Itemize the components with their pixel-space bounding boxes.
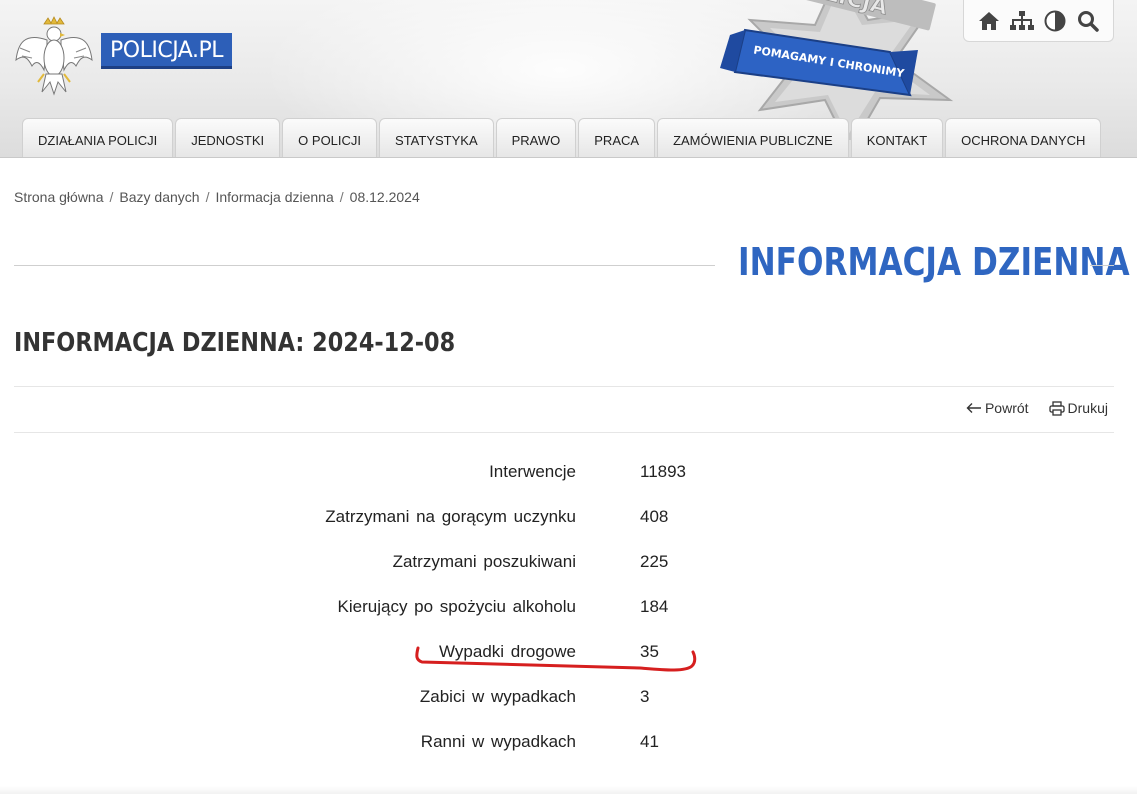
nav-item-o-policji[interactable]: O POLICJI <box>282 118 378 157</box>
stat-row: Wypadki drogowe 35 <box>0 630 1137 675</box>
title-divider-right <box>1090 265 1114 266</box>
breadcrumb-current: 08.12.2024 <box>349 189 420 205</box>
print-button[interactable]: Drukuj <box>1048 400 1108 416</box>
breadcrumb: Strona główna / Bazy danych / Informacja… <box>14 189 420 205</box>
stat-value: 3 <box>640 687 650 706</box>
sitemap-icon[interactable] <box>1009 9 1034 33</box>
search-icon[interactable] <box>1076 9 1100 33</box>
stat-label: Zatrzymani poszukiwani <box>392 552 576 571</box>
nav-item-dzialania-policji[interactable]: DZIAŁANIA POLICJI <box>22 118 174 157</box>
nav-item-prawo[interactable]: PRAWO <box>495 118 577 157</box>
page-subtitle: INFORMACJA DZIENNA: 2024-12-08 <box>14 328 456 358</box>
nav-item-kontakt[interactable]: KONTAKT <box>850 118 944 157</box>
nav-item-statystyka[interactable]: STATYSTYKA <box>379 118 494 157</box>
stat-value: 408 <box>640 507 669 526</box>
stat-row: Zatrzymani poszukiwani 225 <box>0 540 1137 585</box>
stat-label: Zatrzymani na gorącym uczynku <box>325 507 576 526</box>
main-nav: DZIAŁANIA POLICJI JEDNOSTKI O POLICJI ST… <box>22 118 1103 157</box>
stat-label: Interwencje <box>489 462 576 481</box>
stat-label: Ranni w wypadkach <box>420 732 576 751</box>
stat-row: Zatrzymani na gorącym uczynku 408 <box>0 495 1137 540</box>
divider <box>14 386 1114 387</box>
stat-row: Kierujący po spożyciu alkoholu 184 <box>0 585 1137 630</box>
stat-row: Ranni w wypadkach 41 <box>0 720 1137 765</box>
stat-value: 184 <box>640 597 669 616</box>
stat-row: Zabici w wypadkach 3 <box>0 675 1137 720</box>
arrow-left-icon <box>966 403 981 413</box>
stat-value: 225 <box>640 552 669 571</box>
stat-row: Interwencje 11893 <box>0 450 1137 495</box>
stat-label: Wypadki drogowe <box>439 642 576 661</box>
breadcrumb-separator: / <box>339 189 344 205</box>
stat-value: 41 <box>640 732 659 751</box>
breadcrumb-separator: / <box>109 189 114 205</box>
printer-icon <box>1048 400 1065 416</box>
breadcrumb-separator: / <box>205 189 210 205</box>
nav-item-ochrona-danych[interactable]: OCHRONA DANYCH <box>945 118 1102 157</box>
breadcrumb-daily-info[interactable]: Informacja dzienna <box>215 189 333 205</box>
divider <box>14 432 1114 433</box>
back-button-label: Powrót <box>984 400 1029 416</box>
stat-value: 11893 <box>640 462 687 481</box>
page-actions: Powrót Drukuj <box>966 400 1108 416</box>
header-tools <box>963 0 1114 42</box>
breadcrumb-home[interactable]: Strona główna <box>14 189 104 205</box>
nav-item-zamowienia-publiczne[interactable]: ZAMÓWIENIA PUBLICZNE <box>657 118 849 157</box>
site-header: POLICJA.PL POLICJA POMAGAMY I CHRONIMY D… <box>0 0 1137 158</box>
stat-label: Kierujący po spożyciu alkoholu <box>337 597 576 616</box>
title-divider-left <box>14 265 715 266</box>
breadcrumb-databases[interactable]: Bazy danych <box>119 189 199 205</box>
bottom-shadow <box>0 786 1137 794</box>
back-button[interactable]: Powrót <box>966 400 1029 416</box>
stat-label: Zabici w wypadkach <box>419 687 576 706</box>
page-title: INFORMACJA DZIENNA <box>738 240 1130 284</box>
home-icon[interactable] <box>977 9 1001 33</box>
print-button-label: Drukuj <box>1067 400 1108 416</box>
site-logo[interactable]: POLICJA.PL <box>101 33 232 69</box>
eagle-emblem-icon <box>15 16 93 96</box>
nav-item-praca[interactable]: PRACA <box>578 118 656 157</box>
stat-value: 35 <box>640 642 659 661</box>
nav-item-jednostki[interactable]: JEDNOSTKI <box>175 118 281 157</box>
contrast-icon[interactable] <box>1043 9 1067 33</box>
stats-table: Interwencje 11893 Zatrzymani na gorącym … <box>0 450 1137 765</box>
